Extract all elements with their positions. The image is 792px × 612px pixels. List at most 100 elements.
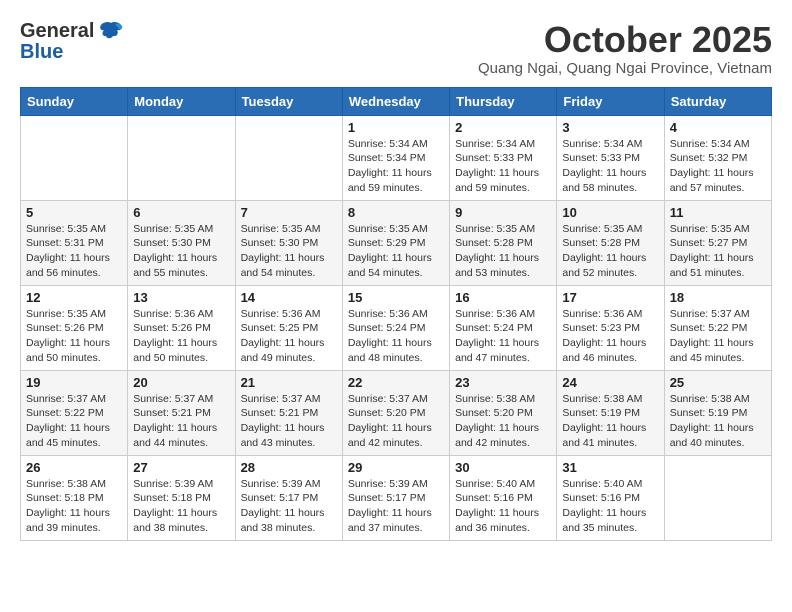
calendar-cell: 9 Sunrise: 5:35 AM Sunset: 5:28 PM Daylig… (450, 200, 557, 285)
day-info: Sunrise: 5:35 AM Sunset: 5:26 PM Dayligh… (26, 307, 122, 366)
day-info: Sunrise: 5:34 AM Sunset: 5:32 PM Dayligh… (670, 137, 766, 196)
calendar-header-row: SundayMondayTuesdayWednesdayThursdayFrid… (21, 87, 772, 115)
calendar-cell: 31 Sunrise: 5:40 AM Sunset: 5:16 PM Dayli… (557, 455, 664, 540)
location: Quang Ngai, Quang Ngai Province, Vietnam (478, 60, 772, 77)
day-number: 9 (455, 205, 551, 220)
day-number: 6 (133, 205, 229, 220)
day-info: Sunrise: 5:37 AM Sunset: 5:21 PM Dayligh… (241, 392, 337, 451)
day-info: Sunrise: 5:36 AM Sunset: 5:25 PM Dayligh… (241, 307, 337, 366)
calendar-week-1: 1Sunrise: 5:34 AM Sunset: 5:34 PM Daylig… (21, 115, 772, 200)
calendar-cell (128, 115, 235, 200)
calendar-week-3: 12 Sunrise: 5:35 AM Sunset: 5:26 PM Dayli… (21, 285, 772, 370)
calendar-cell: 6 Sunrise: 5:35 AM Sunset: 5:30 PM Daylig… (128, 200, 235, 285)
day-number: 2 (455, 120, 551, 135)
day-info: Sunrise: 5:35 AM Sunset: 5:27 PM Dayligh… (670, 222, 766, 281)
day-info: Sunrise: 5:35 AM Sunset: 5:31 PM Dayligh… (26, 222, 122, 281)
calendar-week-4: 19 Sunrise: 5:37 AM Sunset: 5:22 PM Dayli… (21, 370, 772, 455)
day-info: Sunrise: 5:37 AM Sunset: 5:21 PM Dayligh… (133, 392, 229, 451)
day-info: Sunrise: 5:39 AM Sunset: 5:18 PM Dayligh… (133, 477, 229, 536)
weekday-header-tuesday: Tuesday (235, 87, 342, 115)
day-info: Sunrise: 5:34 AM Sunset: 5:33 PM Dayligh… (455, 137, 551, 196)
calendar-cell (664, 455, 771, 540)
calendar-cell: 10 Sunrise: 5:35 AM Sunset: 5:28 PM Dayli… (557, 200, 664, 285)
calendar-cell: 29Sunrise: 5:39 AM Sunset: 5:17 PM Dayli… (342, 455, 449, 540)
day-number: 29 (348, 460, 444, 475)
calendar-cell: 21 Sunrise: 5:37 AM Sunset: 5:21 PM Dayli… (235, 370, 342, 455)
day-number: 31 (562, 460, 658, 475)
day-info: Sunrise: 5:36 AM Sunset: 5:23 PM Dayligh… (562, 307, 658, 366)
calendar-cell: 2 Sunrise: 5:34 AM Sunset: 5:33 PM Daylig… (450, 115, 557, 200)
page-header: General Blue October 2025 Quang Ngai, Qu… (20, 20, 772, 77)
calendar-cell: 19 Sunrise: 5:37 AM Sunset: 5:22 PM Dayli… (21, 370, 128, 455)
weekday-header-wednesday: Wednesday (342, 87, 449, 115)
calendar-cell: 24Sunrise: 5:38 AM Sunset: 5:19 PM Dayli… (557, 370, 664, 455)
calendar-cell: 17 Sunrise: 5:36 AM Sunset: 5:23 PM Dayli… (557, 285, 664, 370)
title-section: October 2025 Quang Ngai, Quang Ngai Prov… (478, 20, 772, 77)
calendar-cell: 23 Sunrise: 5:38 AM Sunset: 5:20 PM Dayli… (450, 370, 557, 455)
day-number: 1 (348, 120, 444, 135)
calendar-cell: 8Sunrise: 5:35 AM Sunset: 5:29 PM Daylig… (342, 200, 449, 285)
calendar-cell (21, 115, 128, 200)
calendar-cell: 15 Sunrise: 5:36 AM Sunset: 5:24 PM Dayli… (342, 285, 449, 370)
day-number: 22 (348, 375, 444, 390)
weekday-header-thursday: Thursday (450, 87, 557, 115)
calendar-cell: 1Sunrise: 5:34 AM Sunset: 5:34 PM Daylig… (342, 115, 449, 200)
day-number: 17 (562, 290, 658, 305)
calendar-cell (235, 115, 342, 200)
day-number: 3 (562, 120, 658, 135)
day-number: 5 (26, 205, 122, 220)
calendar-cell: 20 Sunrise: 5:37 AM Sunset: 5:21 PM Dayli… (128, 370, 235, 455)
day-info: Sunrise: 5:36 AM Sunset: 5:24 PM Dayligh… (348, 307, 444, 366)
day-number: 30 (455, 460, 551, 475)
day-info: Sunrise: 5:35 AM Sunset: 5:30 PM Dayligh… (133, 222, 229, 281)
day-info: Sunrise: 5:38 AM Sunset: 5:20 PM Dayligh… (455, 392, 551, 451)
day-info: Sunrise: 5:38 AM Sunset: 5:18 PM Dayligh… (26, 477, 122, 536)
calendar-cell: 28 Sunrise: 5:39 AM Sunset: 5:17 PM Dayli… (235, 455, 342, 540)
day-number: 26 (26, 460, 122, 475)
day-info: Sunrise: 5:38 AM Sunset: 5:19 PM Dayligh… (670, 392, 766, 451)
calendar-cell: 3 Sunrise: 5:34 AM Sunset: 5:33 PM Daylig… (557, 115, 664, 200)
day-info: Sunrise: 5:37 AM Sunset: 5:20 PM Dayligh… (348, 392, 444, 451)
day-number: 12 (26, 290, 122, 305)
day-number: 16 (455, 290, 551, 305)
calendar-week-2: 5 Sunrise: 5:35 AM Sunset: 5:31 PM Daylig… (21, 200, 772, 285)
day-number: 21 (241, 375, 337, 390)
day-number: 19 (26, 375, 122, 390)
day-info: Sunrise: 5:35 AM Sunset: 5:30 PM Dayligh… (241, 222, 337, 281)
day-number: 25 (670, 375, 766, 390)
calendar-week-5: 26 Sunrise: 5:38 AM Sunset: 5:18 PM Dayli… (21, 455, 772, 540)
calendar-cell: 12 Sunrise: 5:35 AM Sunset: 5:26 PM Dayli… (21, 285, 128, 370)
day-info: Sunrise: 5:39 AM Sunset: 5:17 PM Dayligh… (241, 477, 337, 536)
day-number: 4 (670, 120, 766, 135)
day-number: 14 (241, 290, 337, 305)
day-number: 27 (133, 460, 229, 475)
day-number: 15 (348, 290, 444, 305)
calendar-cell: 18Sunrise: 5:37 AM Sunset: 5:22 PM Dayli… (664, 285, 771, 370)
calendar-cell: 27 Sunrise: 5:39 AM Sunset: 5:18 PM Dayli… (128, 455, 235, 540)
day-info: Sunrise: 5:35 AM Sunset: 5:28 PM Dayligh… (455, 222, 551, 281)
day-number: 8 (348, 205, 444, 220)
logo-blue-text: Blue (20, 41, 63, 64)
day-number: 11 (670, 205, 766, 220)
month-title: October 2025 (478, 20, 772, 60)
day-info: Sunrise: 5:35 AM Sunset: 5:28 PM Dayligh… (562, 222, 658, 281)
calendar-cell: 13Sunrise: 5:36 AM Sunset: 5:26 PM Dayli… (128, 285, 235, 370)
weekday-header-saturday: Saturday (664, 87, 771, 115)
day-info: Sunrise: 5:34 AM Sunset: 5:33 PM Dayligh… (562, 137, 658, 196)
day-info: Sunrise: 5:37 AM Sunset: 5:22 PM Dayligh… (26, 392, 122, 451)
calendar-cell: 4 Sunrise: 5:34 AM Sunset: 5:32 PM Daylig… (664, 115, 771, 200)
day-number: 13 (133, 290, 229, 305)
day-number: 7 (241, 205, 337, 220)
calendar-table: SundayMondayTuesdayWednesdayThursdayFrid… (20, 87, 772, 541)
calendar-cell: 7 Sunrise: 5:35 AM Sunset: 5:30 PM Daylig… (235, 200, 342, 285)
calendar-cell: 22 Sunrise: 5:37 AM Sunset: 5:20 PM Dayli… (342, 370, 449, 455)
day-number: 28 (241, 460, 337, 475)
day-info: Sunrise: 5:40 AM Sunset: 5:16 PM Dayligh… (562, 477, 658, 536)
day-number: 10 (562, 205, 658, 220)
calendar-cell: 16Sunrise: 5:36 AM Sunset: 5:24 PM Dayli… (450, 285, 557, 370)
calendar-cell: 11 Sunrise: 5:35 AM Sunset: 5:27 PM Dayli… (664, 200, 771, 285)
day-number: 23 (455, 375, 551, 390)
calendar-cell: 14 Sunrise: 5:36 AM Sunset: 5:25 PM Dayli… (235, 285, 342, 370)
day-number: 18 (670, 290, 766, 305)
day-number: 20 (133, 375, 229, 390)
